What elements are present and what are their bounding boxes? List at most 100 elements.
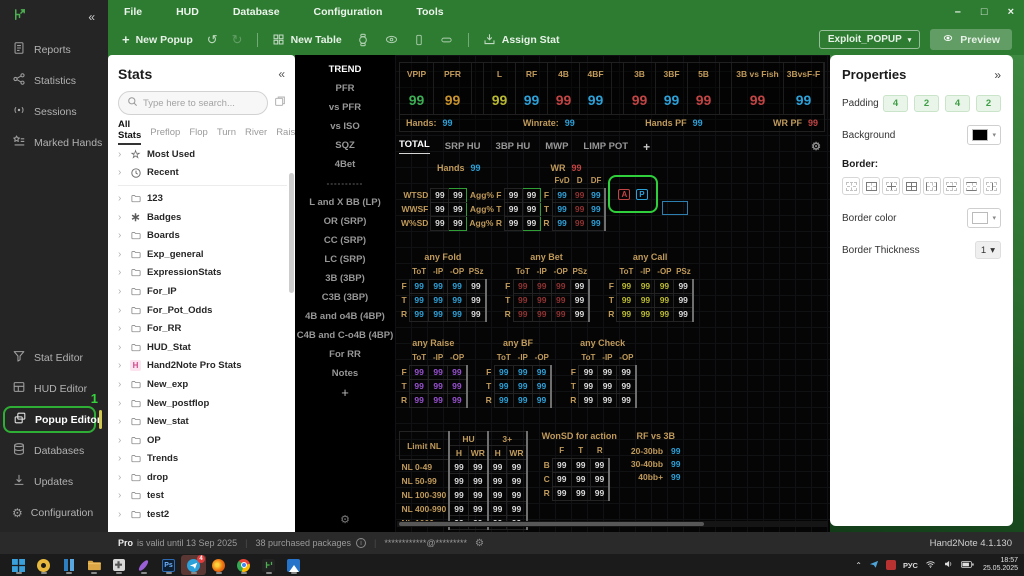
showdown-grid[interactable]: FvD D DF WTSD 99 99 Agg% F 99 99 F 99 99 99 WWSF 99 99 A… bbox=[399, 174, 606, 231]
popup-selector-dropdown[interactable]: Exploit_POPUP ▾ bbox=[818, 30, 921, 49]
taskbar-snip-icon[interactable]: ✚ bbox=[106, 555, 131, 575]
taskbar-telegram-icon[interactable]: 4 bbox=[181, 555, 206, 575]
rf-vs-3b-table[interactable]: RF vs 3B 20-30bb 99 30-40bb 99 40bb+ 99 bbox=[631, 431, 681, 483]
battery-icon[interactable] bbox=[960, 556, 974, 574]
tree-item-most-used[interactable]: › ☆ Most Used bbox=[118, 145, 287, 164]
sidebar-collapse-icon[interactable]: « bbox=[88, 10, 95, 24]
popup-settings-gear-icon[interactable]: ⚙ bbox=[295, 513, 395, 526]
popup-section-sqz[interactable]: SQZ bbox=[295, 136, 395, 155]
close-icon[interactable]: × bbox=[1008, 6, 1014, 18]
wonsd-table[interactable]: WonSD for action F T R B 99 99 99 C 99 99 99 R 99 99 99 bbox=[542, 431, 617, 501]
canvas-hscroll-thumb[interactable] bbox=[399, 522, 704, 526]
taskbar-hand2note-icon[interactable] bbox=[256, 555, 281, 575]
tree-item-op[interactable]: › OP bbox=[118, 431, 287, 450]
language-indicator[interactable]: РУС bbox=[903, 561, 918, 570]
canvas-hscrollbar[interactable] bbox=[397, 521, 828, 527]
tree-item-drop[interactable]: › drop bbox=[118, 468, 287, 487]
popup-section-4bet[interactable]: 4Bet bbox=[295, 155, 395, 174]
tree-item-trends[interactable]: › Trends bbox=[118, 450, 287, 469]
stats-tab-flop[interactable]: Flop bbox=[189, 127, 207, 138]
chevron-right-icon[interactable]: › bbox=[118, 490, 124, 501]
tree-item-boards[interactable]: › Boards bbox=[118, 226, 287, 245]
chevron-right-icon[interactable]: › bbox=[118, 193, 124, 204]
action-table-any-bet[interactable]: any Bet ToT -IP -OP PSz F 99 99 99 99 T 99 99 99 99 R 99… bbox=[503, 252, 591, 322]
chevron-right-icon[interactable]: › bbox=[118, 360, 124, 371]
add-popup-section-button[interactable]: + bbox=[295, 383, 395, 402]
canvas-tab-settings-gear-icon[interactable]: ⚙ bbox=[811, 140, 825, 153]
undo-icon[interactable]: ↺ bbox=[207, 32, 218, 48]
selection-box[interactable]: AP bbox=[608, 175, 658, 213]
popup-section-4b-and-o4b--4bp-[interactable]: 4B and o4B (4BP) bbox=[295, 307, 395, 326]
taskbar-chrome-icon[interactable] bbox=[231, 555, 256, 575]
taskbar-app-blue-icon[interactable] bbox=[56, 555, 81, 575]
popup-canvas[interactable]: VPIP 99 PFR 99 L 99 RF 99 4B 99 4BF 99 3B 99 3BF 99 5B 99… bbox=[395, 55, 830, 532]
redo-icon[interactable]: ↻ bbox=[232, 32, 243, 48]
chevron-right-icon[interactable]: › bbox=[118, 249, 124, 260]
clock[interactable]: 18:57 25.05.2025 bbox=[983, 557, 1018, 573]
chevron-right-icon[interactable]: › bbox=[118, 167, 124, 178]
chevron-right-icon[interactable]: › bbox=[118, 435, 124, 446]
action-table-any-fold[interactable]: any Fold ToT -IP -OP PSz F 99 99 99 99 T 99 99 99 99 R 9… bbox=[399, 252, 487, 322]
top-stats-table[interactable]: VPIP 99 PFR 99 L 99 RF 99 4B 99 4BF 99 3B 99 3BF 99 5B 99… bbox=[399, 62, 825, 132]
stat-column-3b-vs-fish[interactable]: 3B vs Fish 99 bbox=[732, 63, 784, 114]
wifi-icon[interactable] bbox=[925, 556, 936, 574]
menu-hud[interactable]: HUD bbox=[176, 6, 199, 18]
sidebar-item-statistics[interactable]: Statistics bbox=[0, 65, 108, 96]
action-table-any-raise[interactable]: any Raise ToT -IP -OP F 99 99 99 T 99 99 99 R 99 99 99 bbox=[399, 338, 468, 408]
assign-stat-button[interactable]: Assign Stat bbox=[483, 33, 560, 46]
tray-expand-chevron-icon[interactable]: ⌃ bbox=[855, 561, 862, 570]
padding-value-box[interactable]: 2 bbox=[914, 95, 939, 112]
menu-configuration[interactable]: Configuration bbox=[314, 6, 383, 18]
phone-view-icon[interactable] bbox=[413, 33, 425, 47]
chevron-right-icon[interactable]: › bbox=[118, 342, 124, 353]
popup-section-3b--3bp-[interactable]: 3B (3BP) bbox=[295, 269, 395, 288]
collection-icon[interactable] bbox=[273, 94, 287, 113]
tree-item-badges[interactable]: › ∗ Badges bbox=[118, 208, 287, 227]
chevron-right-icon[interactable]: › bbox=[118, 509, 124, 520]
stat-column-3bvsf-f[interactable]: 3BvsF-F 99 bbox=[784, 63, 824, 114]
border-style-button[interactable] bbox=[982, 177, 1001, 195]
tree-item-test2[interactable]: › test2 bbox=[118, 505, 287, 524]
stats-tab-river[interactable]: River bbox=[245, 127, 267, 138]
badge-view-icon[interactable] bbox=[384, 33, 399, 46]
stat-column-vpip[interactable]: VPIP 99 bbox=[400, 63, 434, 114]
popup-section-vs-iso[interactable]: vs ISO bbox=[295, 117, 395, 136]
panel-view-icon[interactable] bbox=[439, 34, 454, 46]
chevron-right-icon[interactable]: › bbox=[118, 323, 124, 334]
tree-item-expressionstats[interactable]: › ExpressionStats bbox=[118, 264, 287, 283]
border-style-button[interactable] bbox=[862, 177, 881, 195]
bottom-tables[interactable]: Limit NL HU 3+ H WR H WR NL 0-49 99 99 99 99 NL 50-9… bbox=[399, 431, 681, 530]
tree-item-new_postflop[interactable]: › New_postflop bbox=[118, 394, 287, 413]
stat-column-4bf[interactable]: 4BF 99 bbox=[580, 63, 612, 114]
info-icon[interactable]: i bbox=[356, 538, 367, 548]
chevron-right-icon[interactable]: › bbox=[118, 416, 124, 427]
taskbar-start-icon[interactable] bbox=[6, 555, 31, 575]
tree-item-recent[interactable]: › Recent bbox=[118, 164, 287, 183]
chevron-right-icon[interactable]: › bbox=[118, 212, 124, 223]
tree-item-hud_stat[interactable]: › HUD_Stat bbox=[118, 338, 287, 357]
chevron-right-icon[interactable]: › bbox=[118, 267, 124, 278]
tray-app-icon[interactable] bbox=[885, 560, 896, 570]
action-table-any-bf[interactable]: any BF ToT -IP -OP F 99 99 99 T 99 99 99 R 99 99 99 bbox=[484, 338, 553, 408]
stat-column-4b[interactable]: 4B 99 bbox=[548, 63, 580, 114]
stats-tab-preflop[interactable]: Preflop bbox=[150, 127, 180, 138]
chevron-right-icon[interactable]: › bbox=[118, 379, 124, 390]
stat-column-rf[interactable]: RF 99 bbox=[516, 63, 548, 114]
menu-file[interactable]: File bbox=[124, 6, 142, 18]
action-table-any-call[interactable]: any Call ToT -IP -OP PSz F 99 99 99 99 T 99 99 99 99 R 9… bbox=[606, 252, 694, 322]
chevron-right-icon[interactable]: › bbox=[118, 453, 124, 464]
popup-section-for-rr[interactable]: For RR bbox=[295, 345, 395, 364]
stat-column-l[interactable]: L 99 bbox=[484, 63, 516, 114]
tray-telegram-icon[interactable] bbox=[869, 556, 879, 574]
popup-section-lc--srp-[interactable]: LC (SRP) bbox=[295, 250, 395, 269]
taskbar-app-yellow-icon[interactable] bbox=[31, 555, 56, 575]
taskbar-pen-icon[interactable] bbox=[131, 555, 156, 575]
watch-view-icon[interactable] bbox=[356, 33, 370, 47]
taskbar-firefox-icon[interactable] bbox=[206, 555, 231, 575]
tree-item-hand2note-pro-stats[interactable]: › H Hand2Note Pro Stats bbox=[118, 357, 287, 376]
sidebar-item-popup-editor[interactable]: Popup Editor 1 bbox=[3, 391, 102, 433]
minimize-icon[interactable]: – bbox=[955, 6, 961, 18]
popup-section-vs-pfr[interactable]: vs PFR bbox=[295, 98, 395, 117]
popup-section-cc--srp-[interactable]: CC (SRP) bbox=[295, 231, 395, 250]
tree-item-test[interactable]: › test bbox=[118, 487, 287, 506]
